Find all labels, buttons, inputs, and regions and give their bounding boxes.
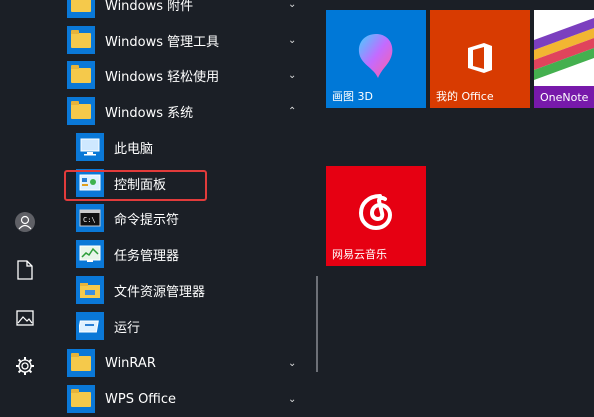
document-icon: [17, 260, 33, 280]
chevron-down-icon: ⌄: [288, 357, 297, 369]
app-label: 命令提示符: [114, 212, 180, 228]
folder-icon: [67, 0, 95, 18]
app-label: 任务管理器: [114, 248, 180, 264]
group-windows-ease-of-access[interactable]: Windows 轻松使用 ⌄: [50, 57, 318, 93]
this-pc-icon: [76, 133, 104, 161]
file-explorer-icon: [76, 276, 104, 304]
group-label: Windows 附件: [105, 0, 194, 14]
folder-icon: [67, 349, 95, 377]
app-this-pc[interactable]: 此电脑: [50, 129, 318, 165]
tile-onenote[interactable]: OneNote: [534, 10, 594, 108]
group-wps-office[interactable]: WPS Office ⌄: [50, 381, 318, 417]
app-run[interactable]: 运行: [50, 308, 318, 344]
office-icon: [468, 43, 492, 73]
command-prompt-icon: C:\: [76, 204, 104, 232]
chevron-up-icon: ⌃: [288, 105, 297, 117]
group-label: Windows 系统: [105, 105, 194, 121]
onenote-icon: [534, 18, 594, 80]
group-label: Windows 管理工具: [105, 34, 220, 50]
folder-icon: [67, 61, 95, 89]
group-label: Windows 轻松使用: [105, 69, 220, 85]
start-rail: [0, 0, 50, 403]
group-label: WPS Office: [105, 391, 177, 407]
folder-icon: [67, 385, 95, 413]
pictures-button[interactable]: [0, 298, 50, 338]
app-task-manager[interactable]: 任务管理器: [50, 236, 318, 272]
user-account-button[interactable]: [0, 202, 50, 242]
app-command-prompt[interactable]: C:\ 命令提示符: [50, 200, 318, 236]
run-icon: [76, 312, 104, 340]
app-label: 文件资源管理器: [114, 284, 206, 300]
user-icon: [15, 212, 35, 232]
folder-icon: [67, 26, 95, 54]
tiles-area: 画图 3D 我的 Office OneNote 网易云音乐: [325, 0, 594, 403]
tile-label: OneNote: [540, 91, 589, 104]
tile-label: 网易云音乐: [332, 248, 387, 261]
group-winrar[interactable]: WinRAR ⌄: [50, 345, 318, 381]
group-windows-system[interactable]: Windows 系统 ⌃: [50, 93, 318, 129]
tile-paint-3d[interactable]: 画图 3D: [326, 10, 426, 108]
netease-music-icon: [358, 194, 393, 231]
folder-icon: [67, 97, 95, 125]
tile-label: 画图 3D: [332, 90, 373, 103]
group-windows-accessories[interactable]: Windows 附件 ⌄: [50, 0, 318, 22]
app-file-explorer[interactable]: 文件资源管理器: [50, 272, 318, 308]
tile-label: 我的 Office: [436, 90, 494, 103]
chevron-down-icon: ⌄: [288, 34, 297, 46]
app-label: 此电脑: [114, 141, 154, 157]
documents-button[interactable]: [0, 250, 50, 290]
tile-my-office[interactable]: 我的 Office: [430, 10, 530, 108]
settings-button[interactable]: [0, 346, 50, 386]
chevron-down-icon: ⌄: [288, 69, 297, 81]
tile-netease-music[interactable]: 网易云音乐: [326, 166, 426, 266]
paint-3d-icon: [358, 34, 393, 78]
app-list: Windows 附件 ⌄ Windows 管理工具 ⌄ Windows 轻松使用…: [50, 0, 325, 413]
highlight-box: [64, 170, 207, 201]
pictures-icon: [16, 310, 34, 326]
group-label: WinRAR: [105, 355, 156, 371]
scrollbar[interactable]: [316, 276, 318, 372]
settings-icon: [16, 357, 34, 375]
task-manager-icon: [76, 240, 104, 268]
app-label: 运行: [114, 320, 141, 336]
group-windows-admin-tools[interactable]: Windows 管理工具 ⌄: [50, 22, 318, 58]
chevron-down-icon: ⌄: [288, 0, 297, 10]
svg-text:C:\: C:\: [83, 216, 96, 224]
